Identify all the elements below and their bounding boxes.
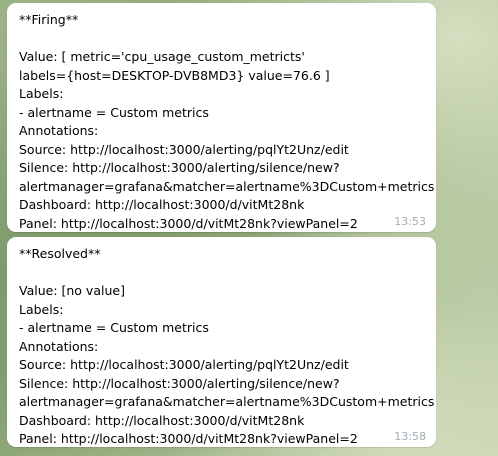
message-timestamp: 13:58 <box>394 430 426 443</box>
message-line: alertmanager=grafana&matcher=alertname%3… <box>19 178 435 194</box>
message-line: Annotations: <box>19 338 99 354</box>
message-line: Silence: http://localhost:3000/alerting/… <box>19 375 340 391</box>
message-line: - alertname = Custom metrics <box>19 104 209 120</box>
message-line: Silence: http://localhost:3000/alerting/… <box>19 160 340 175</box>
message-line: **Resolved** <box>19 246 101 261</box>
message-bubble-firing[interactable]: **Firing** Value: [ metric='cpu_usage_cu… <box>7 3 436 232</box>
message-line: - alertname = Custom metrics <box>19 320 209 335</box>
message-line: Labels: <box>19 301 64 317</box>
message-line: Value: [no value] <box>19 283 125 298</box>
message-line: Source: http://localhost:3000/alerting/p… <box>19 357 349 372</box>
message-line: alertmanager=grafana&matcher=alertname%3… <box>19 394 435 409</box>
message-line: Value: [ metric='cpu_usage_custom_metric… <box>19 49 305 64</box>
message-line <box>19 264 424 283</box>
message-line: Dashboard: http://localhost:3000/d/vitMt… <box>19 412 305 428</box>
message-line: labels={host=DESKTOP-DVB8MD3} value=76.6… <box>19 67 330 83</box>
message-line: Dashboard: http://localhost:3000/d/vitMt… <box>19 197 305 212</box>
message-line <box>19 30 424 49</box>
message-line: Panel: http://localhost:3000/d/vitMt28nk… <box>19 215 358 231</box>
message-line: Labels: <box>19 86 64 101</box>
message-line: **Firing** <box>19 12 79 27</box>
message-line: Source: http://localhost:3000/alerting/p… <box>19 141 349 157</box>
message-line: Panel: http://localhost:3000/d/vitMt28nk… <box>19 431 358 446</box>
message-bubble-resolved[interactable]: **Resolved** Value: [no value] Labels: -… <box>7 237 436 447</box>
message-line: Annotations: <box>19 123 99 138</box>
message-timestamp: 13:53 <box>394 215 426 228</box>
